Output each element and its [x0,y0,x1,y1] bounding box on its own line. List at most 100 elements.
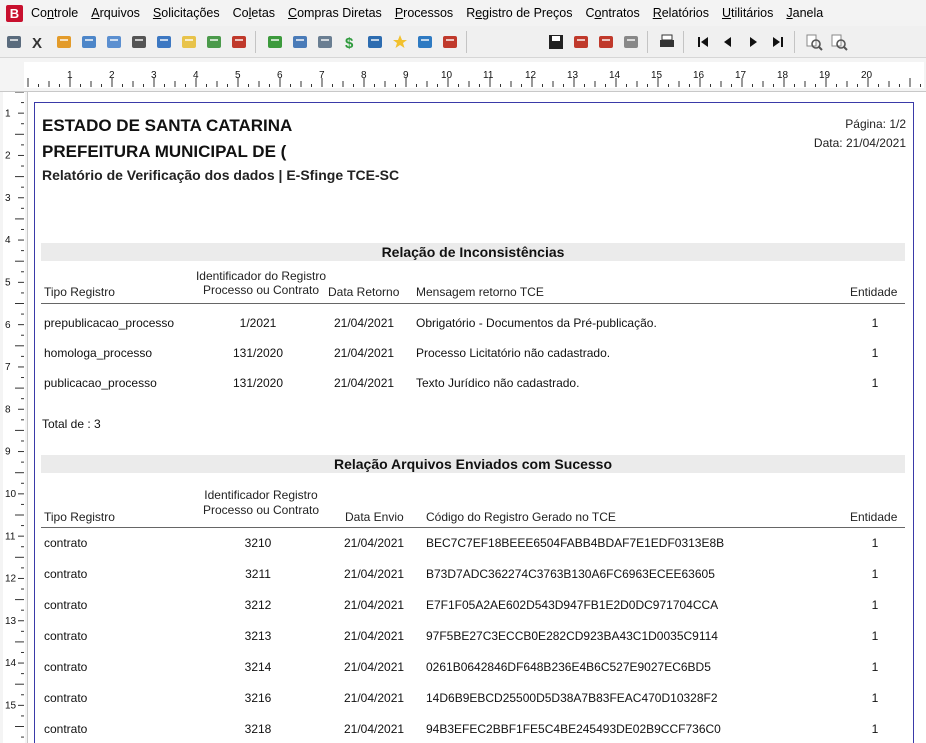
save-button[interactable] [545,31,567,53]
menu-contratos[interactable]: Contratos [586,6,640,20]
window-icon [416,33,434,51]
report-subtitle: Relatório de Verificação dos dados | E-S… [42,167,400,183]
ruler-number: 9 [5,447,11,458]
scissors-button[interactable]: X [28,31,50,53]
document-button[interactable] [178,31,200,53]
ruler-number: 3 [151,70,157,81]
export-button[interactable] [595,31,617,53]
book-button[interactable] [439,31,461,53]
ruler-number: 6 [277,70,283,81]
star-icon [391,33,409,51]
cell-codigo: 94B3EFEC2BBF1FE5C4BE245493DE02B9CCF736C0 [426,722,721,736]
col-header-tipo: Tipo Registro [44,285,115,299]
col-header-tipo: Tipo Registro [44,510,115,524]
app-logo: B [6,4,23,22]
last-page-button[interactable] [767,31,789,53]
first-page-icon [694,33,712,51]
export-icon [597,33,615,51]
copy-icon [622,33,640,51]
menu-processos[interactable]: Processos [395,6,453,20]
menu-utilit-rios[interactable]: Utilitários [722,6,773,20]
menu-solicita-es[interactable]: Solicitações [153,6,220,20]
cell-tipo: contrato [44,691,88,705]
ruler-number: 16 [693,70,705,81]
next-page-button[interactable] [742,31,764,53]
print-button[interactable] [656,31,678,53]
folder-icon [55,33,73,51]
cell-entidade: 1 [871,316,879,330]
truck-button[interactable] [78,31,100,53]
folder-button[interactable] [53,31,75,53]
menu-coletas[interactable]: Coletas [233,6,275,20]
cell-entidade: 1 [871,722,879,736]
report-title-state: ESTADO DE SANTA CATARINA [42,116,293,135]
document-icon [180,33,198,51]
ruler-number: 9 [403,70,409,81]
menu-bar: B Controle Arquivos Solicitações Coletas Com… [0,0,926,26]
cell-identificador: 131/2020 [232,346,284,360]
horizontal-ruler: 1 2 3 4 5 6 7 8 9 10 11 12 13 14 15 16 17 18 19 20 [0,58,926,92]
cell-identificador: 3216 [244,691,272,705]
cell-data-envio: 21/04/2021 [344,536,405,550]
zoom-out-button[interactable] [803,31,825,53]
ruler-number: 12 [5,574,17,585]
form-button[interactable] [103,31,125,53]
pdf-button[interactable] [570,31,592,53]
cell-identificador: 1/2021 [239,316,277,330]
cell-data-envio: 21/04/2021 [344,722,405,736]
calculator-icon [291,33,309,51]
tree-button[interactable] [264,31,286,53]
mail-icon [366,33,384,51]
zoom-in-button[interactable] [828,31,850,53]
toolbar-separator [255,30,256,53]
copy-button[interactable] [620,31,642,53]
cell-data-envio: 21/04/2021 [344,691,405,705]
cart-button[interactable] [153,31,175,53]
cell-identificador: 3210 [244,536,272,550]
menu-janela[interactable]: Janela [786,6,823,20]
dollar-button[interactable]: $ [339,31,361,53]
report-date: Data: 21/04/2021 [813,136,906,150]
cell-codigo: 14D6B9EBCD25500D5D38A7B83FEAC470D10328F2 [426,691,718,705]
report-preview[interactable]: ESTADO DE SANTA CATARINA PREFEITURA MUNI… [28,92,926,743]
window-button[interactable] [414,31,436,53]
ruler-number: 10 [5,489,17,500]
mail-button[interactable] [364,31,386,53]
ruler-number: 11 [5,531,16,542]
toolbar-separator [647,30,648,53]
monitor-button[interactable] [314,31,336,53]
cell-entidade: 1 [871,536,879,550]
cell-data-envio: 21/04/2021 [344,660,405,674]
table-icon [205,33,223,51]
menu-compras-diretas[interactable]: Compras Diretas [288,6,382,20]
barcode-button[interactable] [128,31,150,53]
menu-registro-de-pre-os[interactable]: Registro de Preços [466,6,572,20]
hammer-button[interactable] [228,31,250,53]
menu-controle[interactable]: Controle [31,6,78,20]
cell-data-retorno: 21/04/2021 [334,376,395,390]
menu-relat-rios[interactable]: Relatórios [653,6,709,20]
cell-tipo: homologa_processo [44,346,153,360]
scanner-button[interactable] [3,31,25,53]
ruler-number: 1 [5,108,11,119]
cell-entidade: 1 [871,660,879,674]
table-button[interactable] [203,31,225,53]
svg-text:X: X [32,35,42,51]
cell-data-retorno: 21/04/2021 [334,316,395,330]
ruler-number: 4 [5,235,11,246]
first-page-button[interactable] [692,31,714,53]
col-header-entidade: Entidade [850,285,898,299]
menu-arquivos[interactable]: Arquivos [91,6,140,20]
cell-entidade: 1 [871,691,879,705]
prev-page-icon [719,33,737,51]
ruler-number: 19 [819,70,831,81]
cell-tipo: contrato [44,722,88,736]
col-header-ident-line1: Identificador do Registro [195,269,327,283]
prev-page-button[interactable] [717,31,739,53]
star-button[interactable] [389,31,411,53]
calculator-button[interactable] [289,31,311,53]
col-header-ident-line2: Processo ou Contrato [202,283,320,297]
page-border [34,102,914,743]
ruler-number: 7 [5,362,11,373]
cell-data-envio: 21/04/2021 [344,629,405,643]
